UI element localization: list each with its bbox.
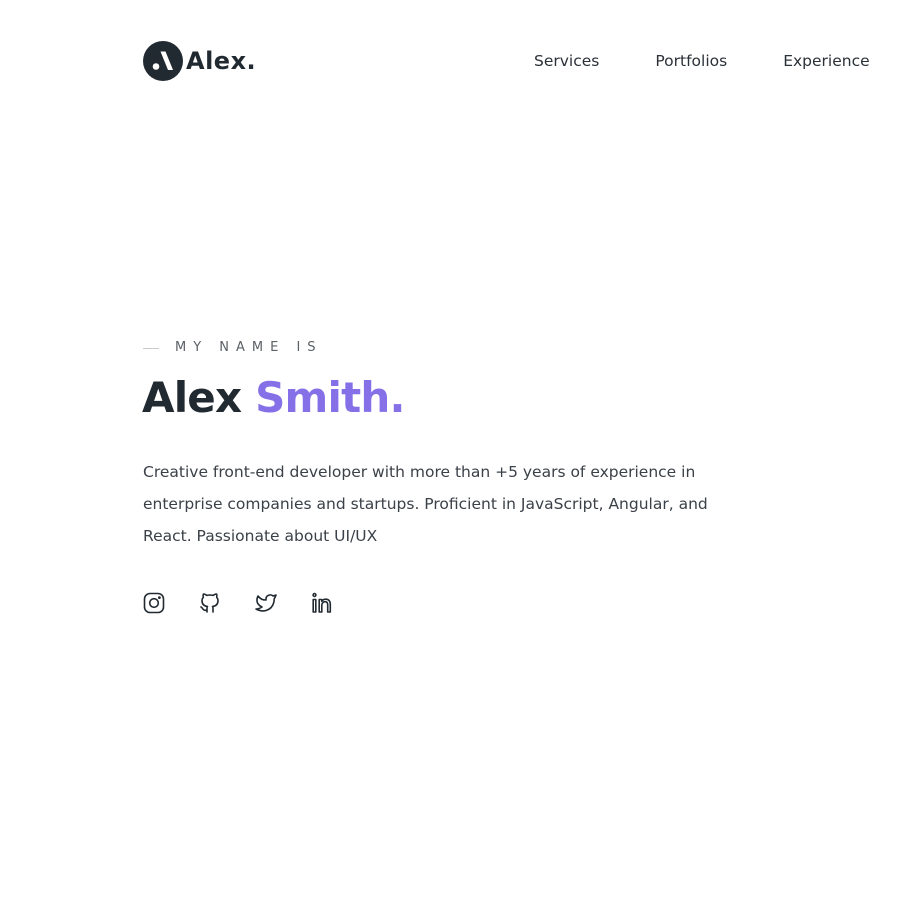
hero-last-name: Smith. [255, 373, 405, 422]
social-links [142, 591, 334, 615]
github-link[interactable] [198, 591, 222, 615]
logo-mark-icon [143, 41, 183, 81]
nav-item-portfolios[interactable]: Portfolios [655, 50, 727, 72]
nav-item-services[interactable]: Services [534, 50, 599, 72]
instagram-link[interactable] [142, 591, 166, 615]
hero-eyebrow: MY NAME IS [143, 339, 323, 357]
github-icon [200, 593, 219, 613]
eyebrow-divider [143, 347, 159, 349]
hero-title: Alex Smith. [142, 371, 405, 425]
instagram-icon [143, 592, 165, 614]
eyebrow-text: MY NAME IS [175, 340, 323, 355]
nav-item-experience[interactable]: Experience [783, 50, 869, 72]
logo-text: Alex. [186, 47, 257, 75]
logo-link[interactable]: Alex. [143, 41, 256, 81]
hero-first-name: Alex [142, 373, 242, 422]
linkedin-icon [312, 592, 332, 613]
hero-description: Creative front-end developer with more t… [143, 463, 708, 545]
page: Alex. Services Portfolios Experience MY … [0, 0, 900, 900]
main-nav: Services Portfolios Experience [534, 50, 870, 72]
twitter-icon [255, 594, 277, 612]
twitter-link[interactable] [254, 591, 278, 615]
linkedin-link[interactable] [310, 591, 334, 615]
